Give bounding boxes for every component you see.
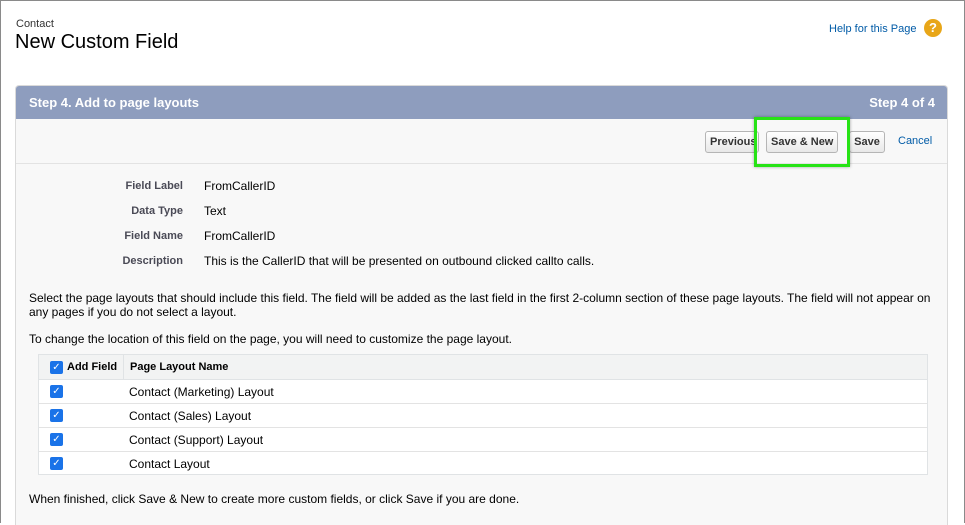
layout-name: Contact (Sales) Layout (129, 409, 252, 423)
table-row: ✓ Contact Layout (39, 452, 927, 476)
table-header: ✓ Add Field Page Layout Name (39, 355, 927, 380)
select-all-checkbox[interactable]: ✓ (50, 361, 63, 374)
table-row: ✓ Contact (Sales) Layout (39, 404, 927, 428)
layout-name: Contact (Support) Layout (129, 433, 264, 447)
table-row: ✓ Contact (Support) Layout (39, 428, 927, 452)
layout-checkbox[interactable]: ✓ (50, 433, 63, 446)
layout-name-header: Page Layout Name (130, 361, 229, 373)
field-label-value: FromCallerID (204, 179, 276, 193)
cancel-link[interactable]: Cancel (898, 135, 932, 147)
add-field-header: Add Field (67, 361, 118, 373)
layout-checkbox[interactable]: ✓ (50, 385, 63, 398)
layout-name: Contact Layout (129, 457, 210, 471)
save-button[interactable]: Save (849, 131, 885, 153)
description-label: Description (122, 255, 183, 267)
data-type-label: Data Type (131, 205, 183, 217)
panel-header: Step 4. Add to page layouts Step 4 of 4 (16, 86, 947, 119)
previous-button[interactable]: Previous (705, 131, 759, 153)
layout-checkbox[interactable]: ✓ (50, 457, 63, 470)
layout-checkbox[interactable]: ✓ (50, 409, 63, 422)
layout-name: Contact (Marketing) Layout (129, 385, 274, 399)
data-type-value: Text (204, 204, 227, 218)
question-icon[interactable]: ? (924, 19, 942, 37)
field-name-label: Field Name (124, 230, 183, 242)
field-name-value: FromCallerID (204, 229, 276, 243)
finished-instructions: When finished, click Save & New to creat… (29, 492, 520, 506)
field-label-label: Field Label (125, 180, 183, 192)
page-title: New Custom Field (15, 31, 179, 53)
highlight-box (754, 117, 850, 167)
column-divider (123, 355, 124, 380)
step-title: Step 4. Add to page layouts (29, 95, 199, 110)
step-panel: Step 4. Add to page layouts Step 4 of 4 … (15, 85, 948, 525)
description-value: This is the CallerID that will be presen… (204, 254, 595, 268)
select-layouts-instructions: Select the page layouts that should incl… (29, 291, 931, 319)
page-layout-table: ✓ Add Field Page Layout Name ✓ Contact (… (38, 354, 928, 475)
table-row: ✓ Contact (Marketing) Layout (39, 380, 927, 404)
step-count: Step 4 of 4 (869, 95, 935, 110)
customize-layout-instructions: To change the location of this field on … (29, 332, 512, 346)
object-name: Contact (16, 18, 54, 30)
help-link[interactable]: Help for this Page (829, 23, 916, 35)
